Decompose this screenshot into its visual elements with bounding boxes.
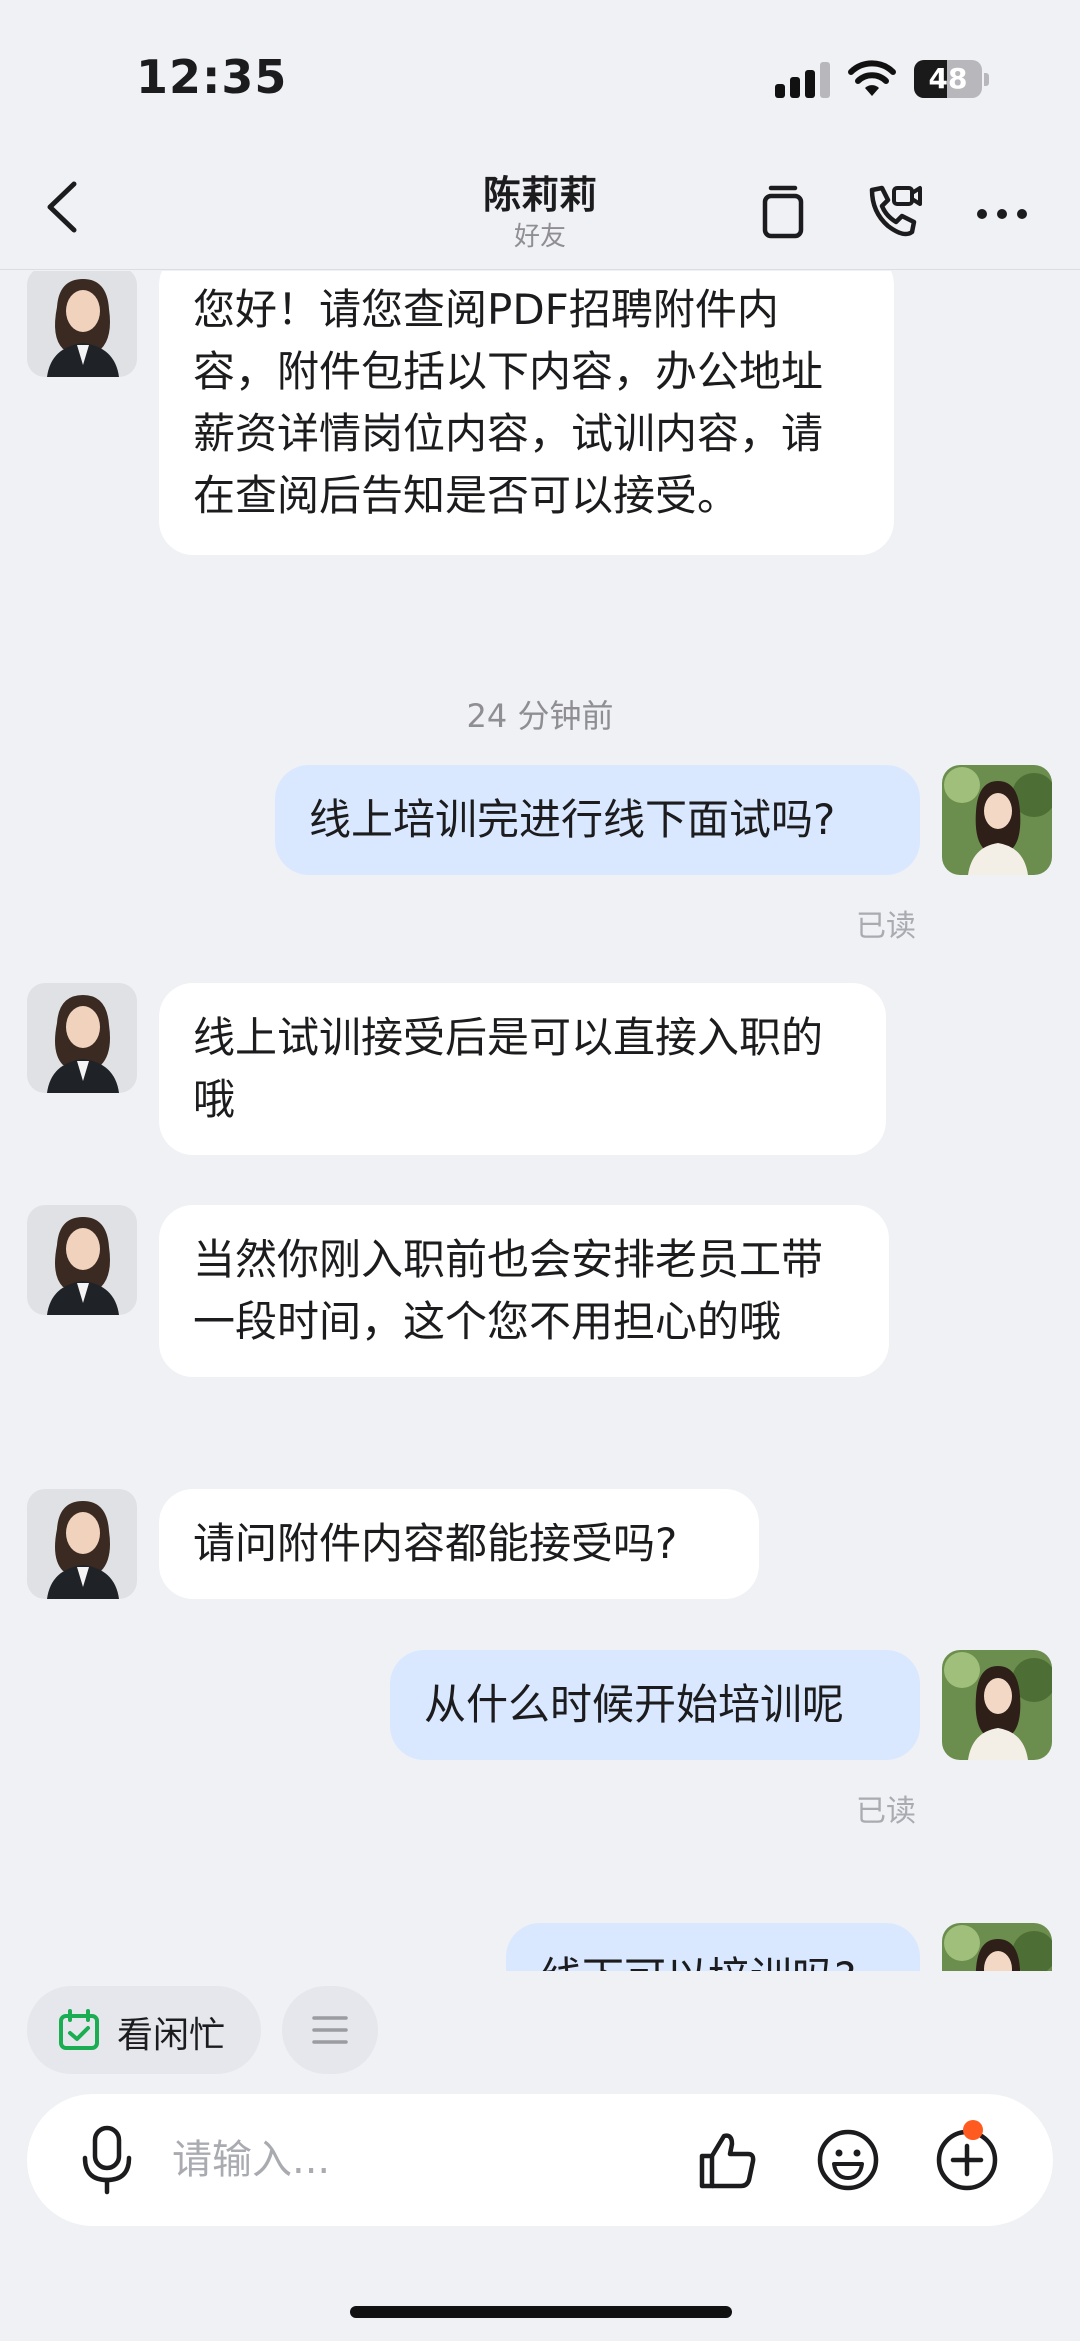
more-button[interactable] bbox=[966, 174, 1038, 246]
message-list[interactable]: 您好！请您查阅PDF招聘附件内容，附件包括以下内容，办公地址薪资详情岗位内容，试… bbox=[0, 271, 1080, 1971]
calendar-check-icon bbox=[59, 2009, 99, 2050]
contact-avatar[interactable] bbox=[27, 271, 137, 377]
chat-header: 陈莉莉 好友 bbox=[0, 150, 1080, 270]
contact-avatar[interactable] bbox=[27, 1489, 137, 1599]
battery-percent: 48 bbox=[928, 62, 968, 95]
contact-relation: 好友 bbox=[513, 222, 566, 252]
my-avatar[interactable] bbox=[942, 1650, 1052, 1760]
copy-icon bbox=[762, 185, 804, 239]
like-button[interactable] bbox=[692, 2124, 764, 2196]
message-timestamp: 24 分钟前 bbox=[466, 697, 614, 735]
status-time: 12:35 bbox=[136, 50, 288, 104]
my-avatar[interactable] bbox=[942, 1923, 1052, 1971]
read-status: 已读 bbox=[856, 909, 916, 944]
menu-button[interactable] bbox=[282, 1986, 378, 2074]
voice-input-button[interactable] bbox=[77, 2124, 137, 2196]
microphone-icon bbox=[82, 2125, 132, 2195]
video-call-icon bbox=[869, 185, 922, 237]
message-bubble-incoming[interactable]: 当然你刚入职前也会安排老员工带一段时间，这个您不用担心的哦 bbox=[159, 1205, 889, 1377]
back-button[interactable] bbox=[38, 172, 88, 242]
cellular-signal-icon bbox=[775, 62, 831, 98]
wifi-icon bbox=[848, 58, 896, 98]
check-availability-button[interactable]: 看闲忙 bbox=[27, 1986, 261, 2074]
my-avatar[interactable] bbox=[942, 765, 1052, 875]
more-icon bbox=[977, 209, 1027, 219]
home-indicator bbox=[350, 2306, 732, 2318]
copy-button[interactable] bbox=[747, 174, 819, 246]
message-bubble-incoming[interactable]: 您好！请您查阅PDF招聘附件内容，附件包括以下内容，办公地址薪资详情岗位内容，试… bbox=[159, 271, 894, 555]
message-bubble-incoming[interactable]: 线上试训接受后是可以直接入职的哦 bbox=[159, 983, 886, 1155]
battery-icon: 48 bbox=[914, 60, 989, 98]
contact-avatar[interactable] bbox=[27, 1205, 137, 1315]
message-bubble-outgoing[interactable]: 线下可以培训吗? bbox=[506, 1923, 920, 1971]
message-bubble-outgoing[interactable]: 从什么时候开始培训呢 bbox=[390, 1650, 920, 1760]
message-bubble-outgoing[interactable]: 线上培训完进行线下面试吗? bbox=[275, 765, 920, 875]
emoji-button[interactable] bbox=[812, 2124, 884, 2196]
message-bubble-incoming[interactable]: 请问附件内容都能接受吗? bbox=[159, 1489, 759, 1599]
notification-dot bbox=[963, 2120, 983, 2140]
video-call-button[interactable] bbox=[858, 174, 930, 246]
check-availability-label: 看闲忙 bbox=[117, 2015, 226, 2056]
message-input-bar bbox=[27, 2094, 1053, 2226]
read-status: 已读 bbox=[856, 1794, 916, 1829]
emoji-icon bbox=[817, 2129, 879, 2191]
chevron-left-icon bbox=[47, 181, 77, 233]
message-input[interactable] bbox=[172, 2132, 672, 2188]
status-bar: 12:35 48 bbox=[0, 0, 1080, 150]
menu-lines-icon bbox=[312, 2016, 348, 2044]
contact-avatar[interactable] bbox=[27, 983, 137, 1093]
thumbs-up-icon bbox=[699, 2133, 756, 2189]
contact-name[interactable]: 陈莉莉 bbox=[340, 164, 740, 219]
